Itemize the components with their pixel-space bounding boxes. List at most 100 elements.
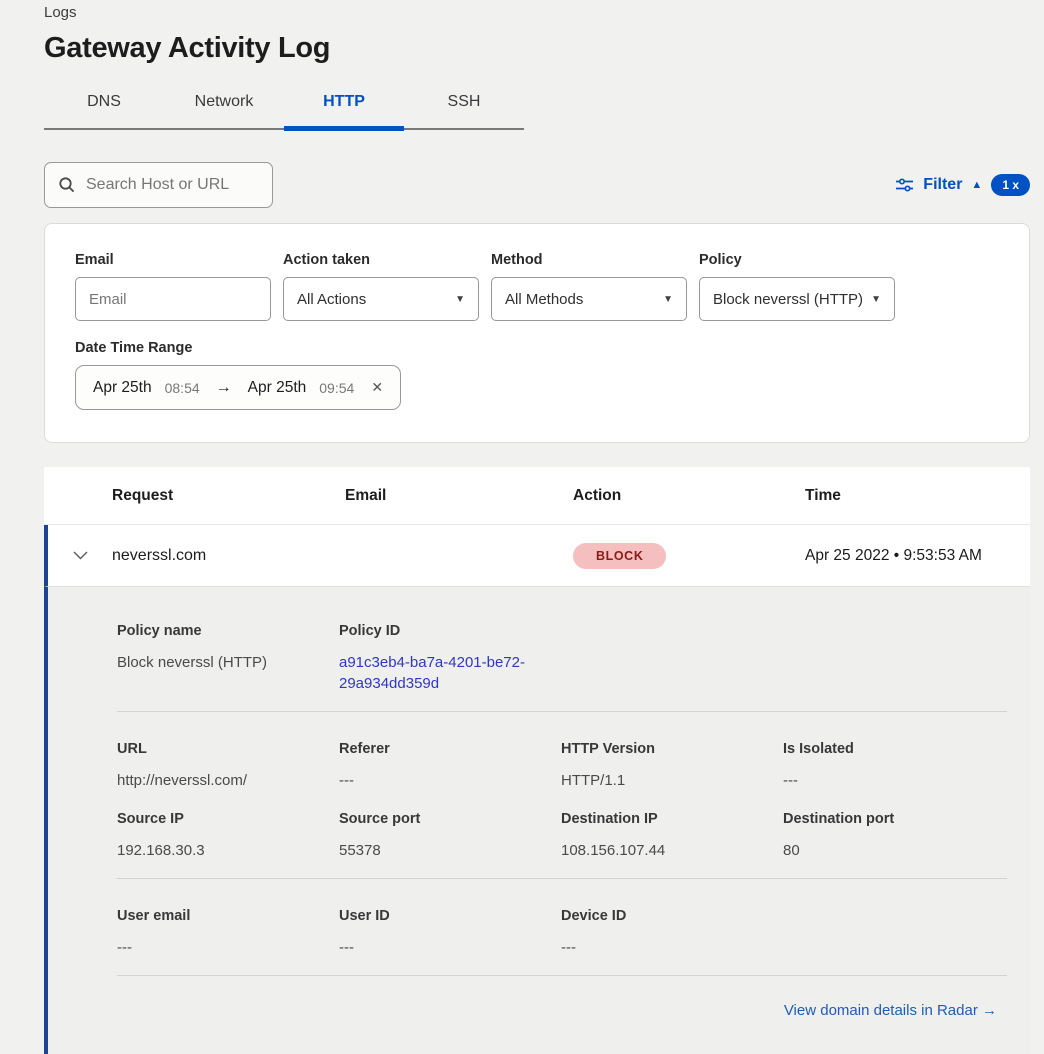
user-id-field: User ID --- bbox=[339, 908, 561, 958]
source-ip-value: 192.168.30.3 bbox=[117, 840, 339, 861]
action-taken-filter-label: Action taken bbox=[283, 252, 479, 268]
source-port-field: Source port 55378 bbox=[339, 811, 561, 861]
method-selected-value: All Methods bbox=[505, 291, 583, 308]
user-email-value: --- bbox=[117, 937, 339, 958]
http-version-label: HTTP Version bbox=[561, 741, 783, 757]
caret-up-icon[interactable]: ▲ bbox=[971, 179, 982, 191]
device-id-label: Device ID bbox=[561, 908, 783, 924]
breadcrumb[interactable]: Logs bbox=[44, 4, 1030, 21]
time-cell: Apr 25 2022 • 9:53:53 AM bbox=[805, 547, 1030, 565]
url-label: URL bbox=[117, 741, 339, 757]
user-id-label: User ID bbox=[339, 908, 561, 924]
destination-ip-value: 108.156.107.44 bbox=[561, 840, 783, 861]
url-value: http://neverssl.com/ bbox=[117, 770, 339, 791]
search-box[interactable] bbox=[44, 162, 273, 208]
tab-bar: DNS Network HTTP SSH bbox=[44, 85, 524, 130]
search-icon bbox=[58, 176, 76, 194]
arrow-right-icon: → bbox=[216, 379, 232, 397]
end-date[interactable]: Apr 25th bbox=[248, 379, 307, 397]
is-isolated-label: Is Isolated bbox=[783, 741, 1005, 757]
referer-label: Referer bbox=[339, 741, 561, 757]
filter-field-method: Method All Methods ▼ bbox=[491, 252, 687, 321]
tab-http[interactable]: HTTP bbox=[284, 85, 404, 128]
policy-filter-label: Policy bbox=[699, 252, 895, 268]
source-port-value: 55378 bbox=[339, 840, 561, 861]
user-email-field: User email --- bbox=[117, 908, 339, 958]
http-version-value: HTTP/1.1 bbox=[561, 770, 783, 791]
column-header-action[interactable]: Action bbox=[573, 487, 805, 505]
destination-port-field: Destination port 80 bbox=[783, 811, 1005, 861]
destination-port-label: Destination port bbox=[783, 811, 1005, 827]
caret-down-icon: ▼ bbox=[663, 294, 673, 305]
table-row[interactable]: neverssl.com BLOCK Apr 25 2022 • 9:53:53… bbox=[44, 525, 1030, 587]
source-port-label: Source port bbox=[339, 811, 561, 827]
caret-down-icon: ▼ bbox=[871, 294, 881, 305]
user-section: User email --- User ID --- Device ID --- bbox=[117, 908, 1007, 958]
filter-panel: Email Action taken All Actions ▼ Method … bbox=[44, 223, 1030, 443]
filter-field-date-range: Date Time Range Apr 25th 08:54 → Apr 25t… bbox=[75, 340, 999, 410]
action-taken-select[interactable]: All Actions ▼ bbox=[283, 277, 479, 321]
action-cell: BLOCK bbox=[573, 543, 805, 569]
is-isolated-value: --- bbox=[783, 770, 1005, 791]
referer-field: Referer --- bbox=[339, 741, 561, 791]
method-filter-label: Method bbox=[491, 252, 687, 268]
filter-field-email: Email bbox=[75, 252, 271, 321]
policy-selected-value: Block neverssl (HTTP) bbox=[713, 291, 863, 308]
policy-name-field: Policy name Block neverssl (HTTP) bbox=[117, 623, 339, 694]
device-id-field: Device ID --- bbox=[561, 908, 783, 958]
close-icon[interactable]: ✕ bbox=[371, 379, 383, 396]
policy-name-label: Policy name bbox=[117, 623, 339, 639]
filter-field-policy: Policy Block neverssl (HTTP) ▼ bbox=[699, 252, 895, 321]
source-ip-field: Source IP 192.168.30.3 bbox=[117, 811, 339, 861]
referer-value: --- bbox=[339, 770, 561, 791]
column-header-request[interactable]: Request bbox=[112, 487, 345, 505]
date-range-label: Date Time Range bbox=[75, 340, 999, 356]
method-select[interactable]: All Methods ▼ bbox=[491, 277, 687, 321]
network-section: Source IP 192.168.30.3 Source port 55378… bbox=[117, 811, 1007, 861]
http-request-section: URL http://neverssl.com/ Referer --- HTT… bbox=[117, 741, 1007, 791]
section-divider bbox=[117, 711, 1007, 712]
page-content: Logs Gateway Activity Log DNS Network HT… bbox=[0, 0, 1044, 1054]
http-version-field: HTTP Version HTTP/1.1 bbox=[561, 741, 783, 791]
search-input[interactable] bbox=[86, 176, 259, 194]
action-taken-selected-value: All Actions bbox=[297, 291, 366, 308]
start-date[interactable]: Apr 25th bbox=[93, 379, 152, 397]
policy-id-field: Policy ID a91c3eb4-ba7a-4201-be72-29a934… bbox=[339, 623, 561, 694]
log-table: Request Email Action Time neverssl.com B… bbox=[44, 467, 1030, 1054]
destination-ip-label: Destination IP bbox=[561, 811, 783, 827]
tab-dns[interactable]: DNS bbox=[44, 85, 164, 128]
policy-section: Policy name Block neverssl (HTTP) Policy… bbox=[117, 623, 1007, 694]
policy-id-link[interactable]: a91c3eb4-ba7a-4201-be72-29a934dd359d bbox=[339, 652, 531, 694]
email-filter-label: Email bbox=[75, 252, 271, 268]
user-id-value: --- bbox=[339, 937, 561, 958]
email-filter-input[interactable] bbox=[75, 277, 271, 321]
destination-ip-field: Destination IP 108.156.107.44 bbox=[561, 811, 783, 861]
block-status-badge: BLOCK bbox=[573, 543, 666, 569]
table-header-row: Request Email Action Time bbox=[44, 467, 1030, 525]
caret-down-icon: ▼ bbox=[455, 294, 465, 305]
filter-field-action-taken: Action taken All Actions ▼ bbox=[283, 252, 479, 321]
filter-toggle-button[interactable]: Filter bbox=[923, 176, 962, 194]
start-time[interactable]: 08:54 bbox=[165, 380, 200, 396]
tab-network[interactable]: Network bbox=[164, 85, 284, 128]
tab-ssh[interactable]: SSH bbox=[404, 85, 524, 128]
filter-count-badge[interactable]: 1 x bbox=[991, 174, 1030, 196]
device-id-value: --- bbox=[561, 937, 783, 958]
section-divider bbox=[117, 878, 1007, 879]
column-header-time[interactable]: Time bbox=[805, 487, 1030, 505]
policy-id-label: Policy ID bbox=[339, 623, 561, 639]
view-domain-details-radar-link[interactable]: View domain details in Radar → bbox=[784, 1002, 997, 1019]
end-time[interactable]: 09:54 bbox=[319, 380, 354, 396]
radar-link-row: View domain details in Radar → bbox=[117, 976, 1007, 1040]
date-range-picker[interactable]: Apr 25th 08:54 → Apr 25th 09:54 ✕ bbox=[75, 365, 401, 410]
filter-controls: Filter ▲ 1 x bbox=[895, 174, 1030, 196]
expanded-row-details: Policy name Block neverssl (HTTP) Policy… bbox=[44, 587, 1030, 1054]
policy-select[interactable]: Block neverssl (HTTP) ▼ bbox=[699, 277, 895, 321]
url-field: URL http://neverssl.com/ bbox=[117, 741, 339, 791]
is-isolated-field: Is Isolated --- bbox=[783, 741, 1005, 791]
toolbar: Filter ▲ 1 x bbox=[44, 162, 1030, 208]
column-header-email[interactable]: Email bbox=[345, 487, 573, 505]
policy-name-value: Block neverssl (HTTP) bbox=[117, 652, 339, 673]
chevron-down-icon[interactable] bbox=[48, 551, 112, 560]
source-ip-label: Source IP bbox=[117, 811, 339, 827]
